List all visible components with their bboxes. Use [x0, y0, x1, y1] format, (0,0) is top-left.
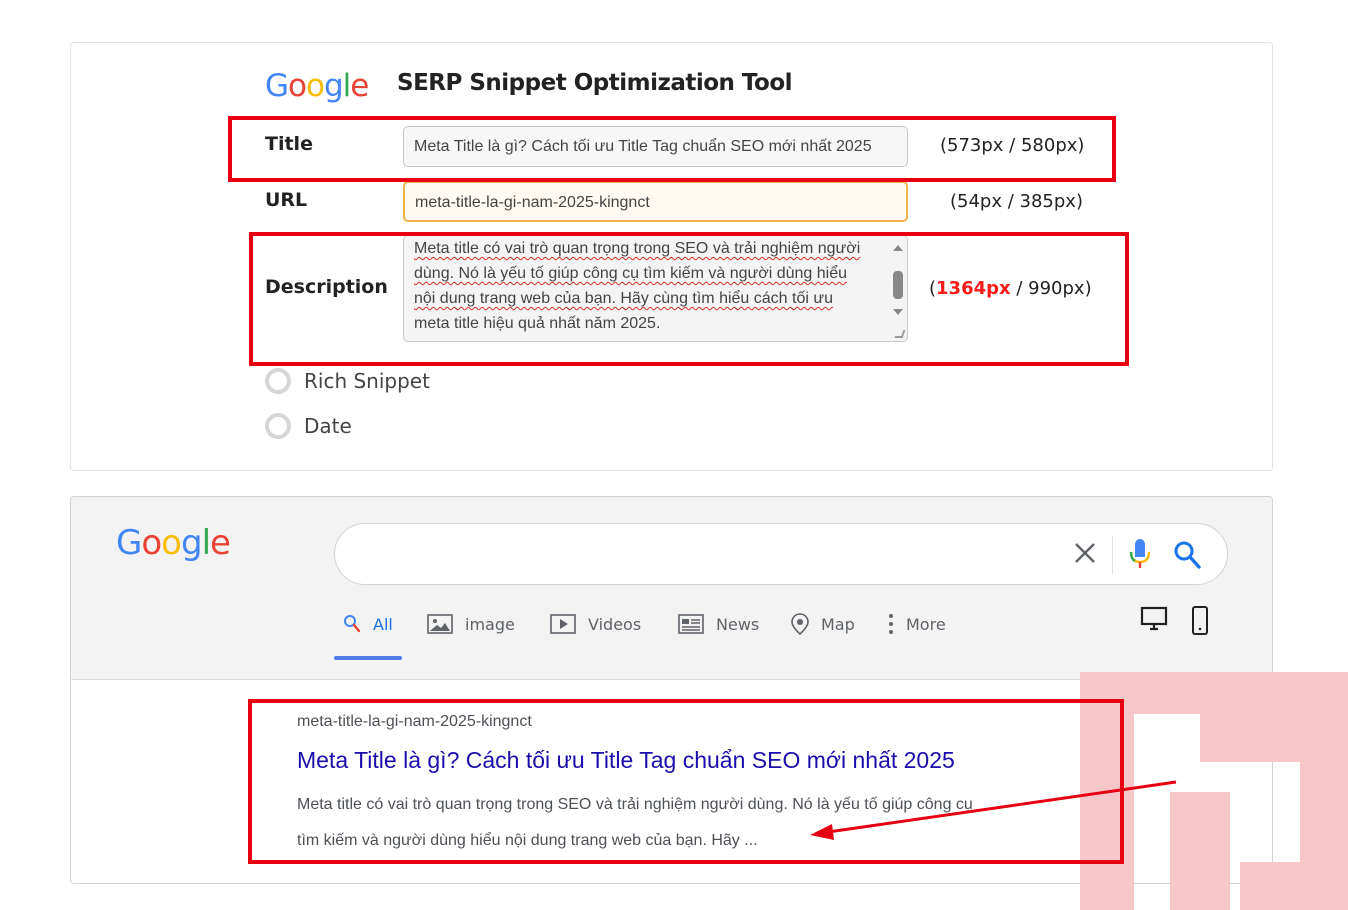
tab-more[interactable]: More [888, 609, 946, 639]
video-icon [550, 614, 576, 634]
tab-image[interactable]: image [427, 609, 515, 639]
search-icon [344, 615, 361, 633]
tab-videos[interactable]: Videos [550, 609, 641, 639]
tab-map[interactable]: Map [791, 609, 855, 639]
clear-icon[interactable] [1070, 538, 1100, 568]
mobile-icon[interactable] [1191, 606, 1209, 636]
map-pin-icon [791, 613, 809, 635]
date-radio[interactable] [265, 413, 291, 439]
search-icon[interactable] [1173, 540, 1201, 570]
rich-snippet-radio[interactable] [265, 368, 291, 394]
tab-news[interactable]: News [678, 609, 759, 639]
tool-title: SERP Snippet Optimization Tool [397, 70, 793, 96]
serp-header: Google All image Videos News Map More [71, 497, 1272, 680]
active-tab-indicator [334, 656, 402, 660]
tab-all[interactable]: All [343, 609, 393, 639]
desktop-icon[interactable] [1140, 606, 1168, 632]
description-highlight-box [249, 232, 1129, 366]
url-input[interactable]: meta-title-la-gi-nam-2025-kingnct [403, 181, 908, 222]
mic-icon[interactable] [1128, 537, 1152, 571]
search-divider [1112, 536, 1113, 574]
url-pixel-count: (54px / 385px) [950, 191, 1083, 212]
title-highlight-box [228, 116, 1116, 182]
result-highlight-box [248, 699, 1124, 864]
search-input[interactable] [334, 523, 1228, 585]
news-icon [678, 614, 704, 634]
more-vertical-icon [889, 614, 893, 634]
google-logo: Google [116, 523, 231, 563]
url-label: URL [265, 189, 308, 211]
google-logo: Google [265, 68, 369, 104]
date-option[interactable]: Date [265, 411, 352, 441]
rich-snippet-label: Rich Snippet [304, 369, 430, 393]
image-icon [427, 614, 453, 634]
rich-snippet-option[interactable]: Rich Snippet [265, 366, 430, 396]
date-label: Date [304, 414, 352, 438]
